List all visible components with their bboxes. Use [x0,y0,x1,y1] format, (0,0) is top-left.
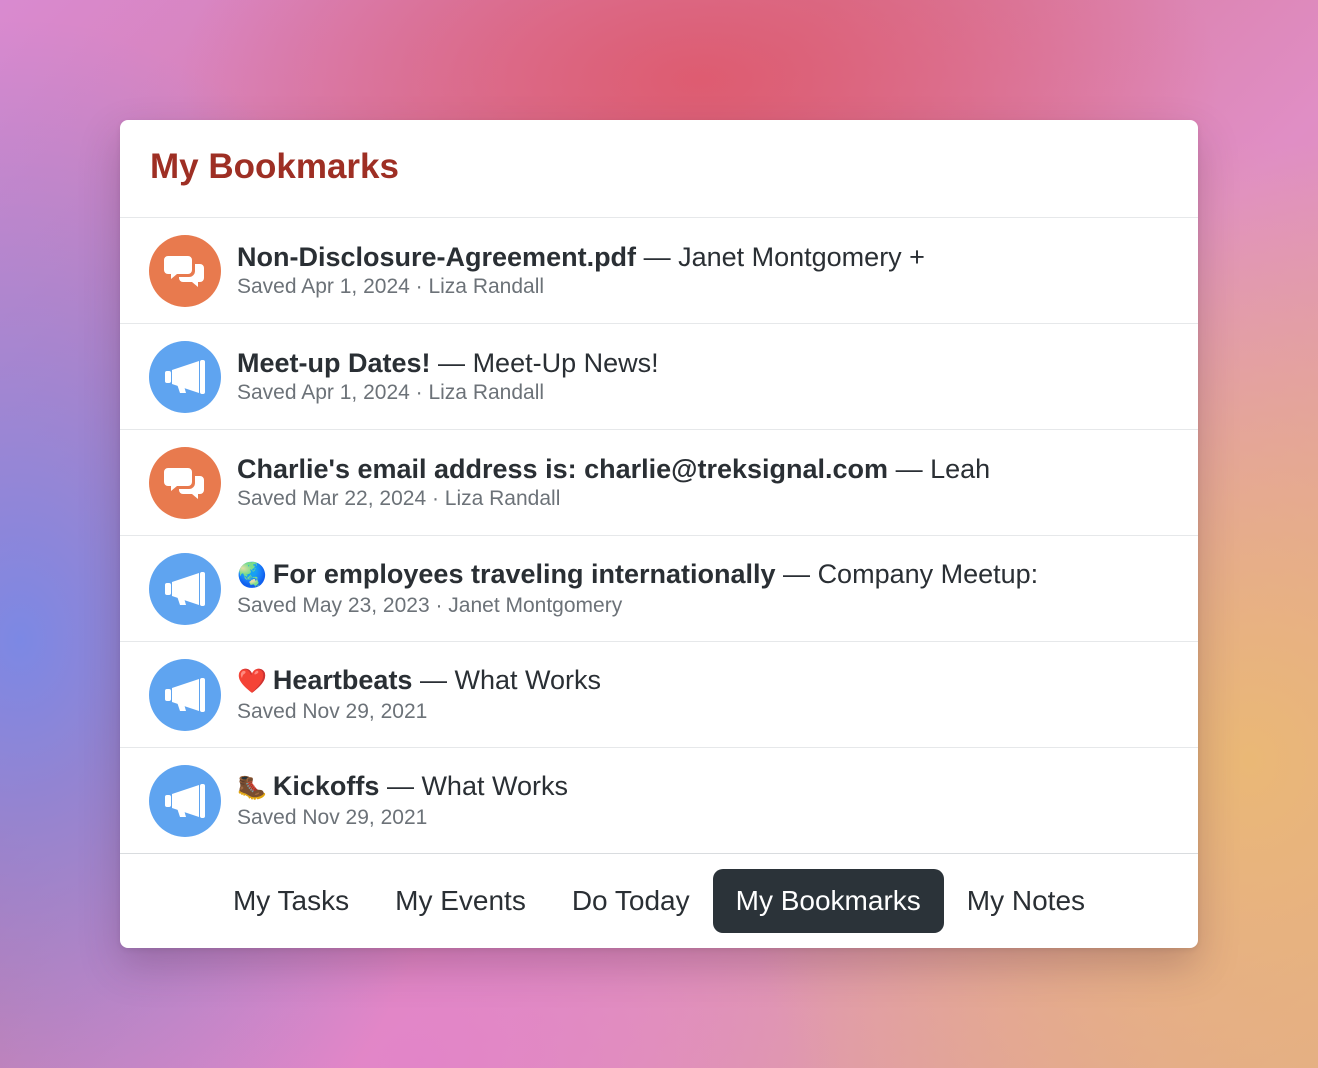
bookmark-text: Non-Disclosure-Agreement.pdf — Janet Mon… [237,241,925,301]
megaphone-icon [149,764,221,837]
bookmarks-panel: My Bookmarks Non-Disclosure-Agreement.pd… [120,120,1198,948]
bookmark-row[interactable]: Meet-up Dates! — Meet-Up News! Saved Apr… [120,324,1198,430]
bookmark-source: Leah [930,453,991,484]
bookmark-source: Janet Montgomery + [678,241,925,272]
separator: — [643,241,671,272]
bookmark-row[interactable]: 🥾 Kickoffs — What Works Saved Nov 29, 202… [120,748,1198,854]
bookmark-source: Company Meetup: [817,558,1039,589]
tab-do-today[interactable]: Do Today [549,869,713,933]
bookmark-title: For employees traveling internationally [272,558,776,589]
bookmark-source: Meet-Up News! [472,347,659,378]
panel-header: My Bookmarks [120,120,1198,218]
bookmark-text: 🥾 Kickoffs — What Works Saved Nov 29, 202… [237,770,568,832]
bookmark-meta: Saved Nov 29, 2021 [237,699,428,723]
megaphone-icon [149,340,221,413]
bookmark-text: Charlie's email address is: charlie@trek… [237,453,990,513]
bookmark-meta: Saved Mar 22, 2024 · Liza Randall [237,486,561,510]
bookmark-meta: Saved Nov 29, 2021 [237,805,428,829]
bookmark-source: What Works [454,664,602,695]
tab-my-tasks[interactable]: My Tasks [210,869,372,933]
bookmark-row[interactable]: 🌏 For employees traveling internationally… [120,536,1198,642]
bookmark-row[interactable]: ❤️ Heartbeats — What Works Saved Nov 29, … [120,642,1198,748]
bookmark-row[interactable]: Non-Disclosure-Agreement.pdf — Janet Mon… [120,218,1198,324]
bookmark-title: Kickoffs [272,770,380,801]
bookmark-meta: Saved May 23, 2023 · Janet Montgomery [237,593,623,617]
bookmark-text: 🌏 For employees traveling internationally… [237,558,1038,620]
bookmark-title: Charlie's email address is: charlie@trek… [237,453,889,484]
tab-my-bookmarks[interactable]: My Bookmarks [712,868,944,933]
boot-emoji-icon: 🥾 [237,773,267,801]
tab-bar: My Tasks My Events Do Today My Bookmarks… [120,854,1198,947]
bookmark-text: Meet-up Dates! — Meet-Up News! Saved Apr… [237,347,659,407]
bookmark-text: ❤️ Heartbeats — What Works Saved Nov 29, … [237,664,601,726]
separator: — [895,453,923,484]
tab-my-events[interactable]: My Events [372,869,549,933]
megaphone-icon [149,658,221,731]
separator: — [783,558,811,589]
separator: — [386,770,414,801]
bookmark-meta: Saved Apr 1, 2024 · Liza Randall [237,380,545,404]
megaphone-icon [149,552,221,625]
panel-title: My Bookmarks [150,146,399,186]
bookmark-row[interactable]: Charlie's email address is: charlie@trek… [120,430,1198,536]
bookmark-title: Non-Disclosure-Agreement.pdf [237,241,637,272]
separator: — [419,664,447,695]
heart-emoji-icon: ❤️ [237,667,267,695]
bookmark-source: What Works [421,770,568,801]
chat-bubbles-icon [149,446,221,519]
bookmark-meta: Saved Apr 1, 2024 · Liza Randall [237,274,545,298]
chat-bubbles-icon [149,234,221,307]
bookmark-title: Heartbeats [272,664,413,695]
bookmark-list: Non-Disclosure-Agreement.pdf — Janet Mon… [120,218,1198,854]
bookmark-title: Meet-up Dates! [237,347,431,378]
globe-emoji-icon: 🌏 [237,561,267,589]
tab-my-notes[interactable]: My Notes [944,869,1108,933]
separator: — [438,347,466,378]
